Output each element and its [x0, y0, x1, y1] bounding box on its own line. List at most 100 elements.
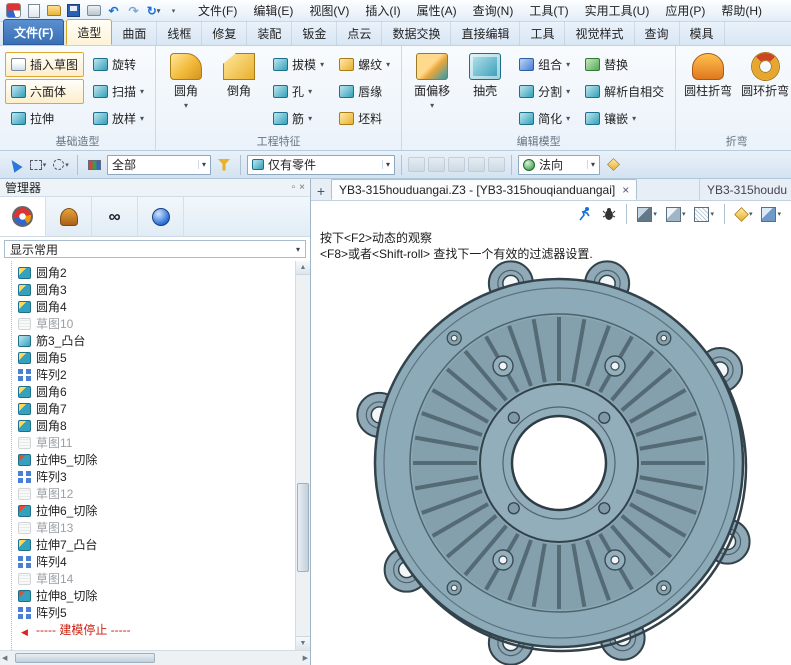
divide-button[interactable]: 分割 ▾: [513, 79, 576, 104]
extrude-button[interactable]: 拉伸: [5, 106, 84, 131]
ribbon-tab-11[interactable]: 视觉样式: [565, 21, 634, 45]
scroll-right-icon[interactable]: ▶: [303, 654, 308, 662]
open-folder-icon[interactable]: [44, 2, 63, 20]
tree-item[interactable]: 拉伸7_凸台: [18, 536, 294, 553]
tree-item[interactable]: 拉伸6_切除: [18, 502, 294, 519]
entity-info-bug-icon[interactable]: [600, 204, 618, 224]
tree-h-scrollbar[interactable]: ◀ ▶: [0, 650, 310, 665]
pick-box-filter-icon[interactable]: ▾: [28, 154, 48, 176]
face-offset-button[interactable]: 面偏移 ▾: [407, 49, 457, 135]
sweep-button[interactable]: 扫描 ▾: [87, 79, 150, 104]
scroll-left-icon[interactable]: ◀: [2, 654, 7, 662]
lip-button[interactable]: 唇缘: [333, 79, 396, 104]
loft-button[interactable]: 放样 ▾: [87, 106, 150, 131]
tree-item[interactable]: 草图10: [18, 315, 294, 332]
shaded-display-icon[interactable]: ▾: [635, 204, 659, 224]
tree-item[interactable]: 阵列4: [18, 553, 294, 570]
torus-bend-button[interactable]: 圆环折弯: [738, 49, 791, 135]
close-icon[interactable]: ×: [622, 183, 629, 197]
chain-link-icon[interactable]: [408, 157, 425, 172]
ribbon-tab-6[interactable]: 钣金: [292, 21, 337, 45]
tree-item[interactable]: 筋3_凸台: [18, 332, 294, 349]
tree-item[interactable]: 草图13: [18, 519, 294, 536]
document-tab-active[interactable]: YB3-315houduangai.Z3 - [YB3-315houqiandu…: [331, 179, 637, 200]
insert-sketch-button[interactable]: 插入草图: [5, 52, 84, 77]
tab-regen-manager[interactable]: [46, 197, 92, 236]
tree-item[interactable]: 拉伸5_切除: [18, 451, 294, 468]
menu-item-1[interactable]: 编辑(E): [245, 0, 301, 22]
cylinder-bend-button[interactable]: 圆柱折弯: [681, 49, 735, 135]
document-tab-background[interactable]: YB3-315houdu: [699, 179, 791, 200]
select-related-icon[interactable]: [468, 157, 485, 172]
dynamic-view-runner-icon[interactable]: [575, 204, 595, 224]
tree-item[interactable]: 阵列5: [18, 604, 294, 621]
revolve-button[interactable]: 旋转: [87, 52, 150, 77]
tree-item[interactable]: 拉伸8_切除: [18, 587, 294, 604]
panel-float-icon[interactable]: ▫: [292, 182, 296, 193]
menu-item-0[interactable]: 文件(F): [190, 0, 245, 22]
ribbon-tab-3[interactable]: 线框: [157, 21, 202, 45]
menu-item-6[interactable]: 工具(T): [521, 0, 576, 22]
toolbar-options-icon[interactable]: ▾: [164, 2, 183, 20]
tree-item[interactable]: 草图11: [18, 434, 294, 451]
tree-item[interactable]: 阵列3: [18, 468, 294, 485]
print-icon[interactable]: [84, 2, 103, 20]
menu-item-5[interactable]: 查询(N): [465, 0, 522, 22]
tree-item[interactable]: 圆角4: [18, 298, 294, 315]
datum-plane-icon[interactable]: ▾: [759, 204, 783, 224]
new-tab-button[interactable]: +: [311, 183, 331, 200]
thread-button[interactable]: 螺纹 ▾: [333, 52, 396, 77]
fillet-button[interactable]: 圆角 ▾: [161, 49, 211, 135]
hole-button[interactable]: 孔 ▾: [267, 79, 330, 104]
inlay-button[interactable]: 镶嵌 ▾: [579, 106, 670, 131]
redo-icon[interactable]: ↷: [124, 2, 143, 20]
save-icon[interactable]: [64, 2, 83, 20]
ribbon-tab-13[interactable]: 模具: [680, 21, 725, 45]
ribbon-tab-12[interactable]: 查询: [635, 21, 680, 45]
ribbon-tab-4[interactable]: 修复: [202, 21, 247, 45]
stock-button[interactable]: 坯料: [333, 106, 396, 131]
chamfer-button[interactable]: 倒角: [214, 49, 264, 135]
ribbon-tab-2[interactable]: 曲面: [112, 21, 157, 45]
ribbon-tab-8[interactable]: 数据交换: [382, 21, 451, 45]
filter-all-dropdown[interactable]: 全部 ▾: [107, 155, 211, 175]
ribbon-tab-10[interactable]: 工具: [520, 21, 565, 45]
tree-item[interactable]: 圆角8: [18, 417, 294, 434]
tree-item[interactable]: 圆角2: [18, 264, 294, 281]
select-all-icon[interactable]: [488, 157, 505, 172]
normal-dropdown[interactable]: 法向 ▾: [518, 155, 600, 175]
shell-button[interactable]: 抽壳: [460, 49, 510, 135]
tree-item[interactable]: 圆角3: [18, 281, 294, 298]
tree-item[interactable]: 草图14: [18, 570, 294, 587]
regen-icon[interactable]: ↻▾: [144, 2, 163, 20]
pick-lasso-filter-icon[interactable]: ▾: [51, 154, 71, 176]
menu-item-2[interactable]: 视图(V): [301, 0, 357, 22]
rib-button[interactable]: 筋 ▾: [267, 106, 330, 131]
chain-broken-icon[interactable]: [428, 157, 445, 172]
tree-scrollbar[interactable]: ▲ ▼: [295, 261, 310, 650]
replace-button[interactable]: 替换: [579, 52, 670, 77]
tree-item[interactable]: ----- 建模停止 -----: [18, 621, 294, 638]
undo-icon[interactable]: ↶: [104, 2, 123, 20]
box-button[interactable]: 六面体: [5, 79, 84, 104]
menu-item-9[interactable]: 帮助(H): [713, 0, 770, 22]
ribbon-tab-7[interactable]: 点云: [337, 21, 382, 45]
view-orientation-icon[interactable]: ▾: [733, 204, 755, 224]
tree-item[interactable]: 阵列2: [18, 366, 294, 383]
tab-assembly-manager[interactable]: [138, 197, 184, 236]
end-cap-model[interactable]: [311, 227, 790, 665]
new-file-icon[interactable]: [24, 2, 43, 20]
entity-filter-dropdown[interactable]: 仅有零件 ▾: [247, 155, 395, 175]
scroll-up-icon[interactable]: ▲: [296, 261, 310, 275]
wireframe-display-icon[interactable]: ▾: [692, 204, 716, 224]
scrollbar-thumb[interactable]: [297, 483, 309, 572]
scrollbar-thumb[interactable]: [15, 653, 155, 663]
funnel-icon[interactable]: [214, 154, 234, 176]
simplify-button[interactable]: 简化 ▾: [513, 106, 576, 131]
menu-item-4[interactable]: 属性(A): [409, 0, 465, 22]
filter-flag-icon[interactable]: [84, 154, 104, 176]
ribbon-tab-0[interactable]: 文件(F): [3, 19, 64, 45]
tree-item[interactable]: 圆角7: [18, 400, 294, 417]
tab-history-manager[interactable]: [0, 197, 46, 236]
menu-item-7[interactable]: 实用工具(U): [577, 0, 658, 22]
